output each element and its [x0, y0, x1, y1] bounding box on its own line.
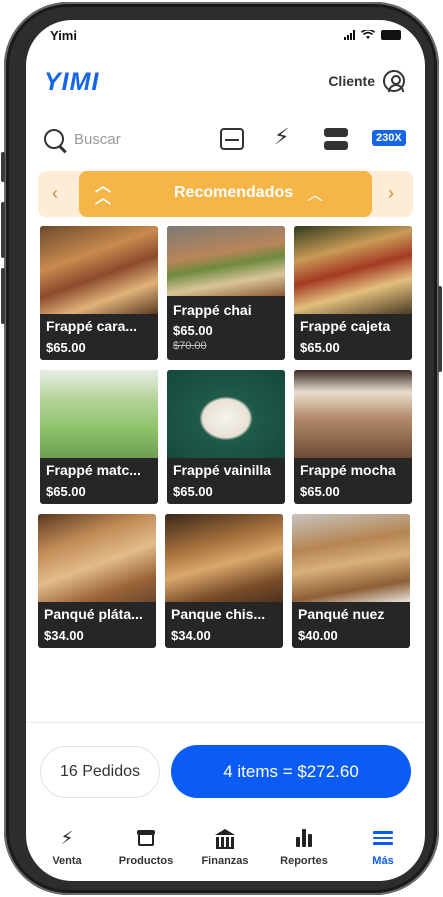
orders-button[interactable]: 16 Pedidos: [40, 746, 160, 798]
double-chevron-up-icon[interactable]: ︿ ︿: [95, 179, 111, 207]
carrier-label: Yimi: [50, 28, 77, 43]
tab-venta[interactable]: ⚡ Venta: [28, 825, 106, 868]
box-icon: [137, 830, 155, 846]
bottom-tab-bar: ⚡ Venta Productos Finanzas Reportes Más: [26, 825, 425, 881]
product-price: $40.00: [298, 628, 338, 643]
product-card[interactable]: Frappé chai $65.00 $70.00: [167, 226, 285, 360]
product-card[interactable]: Frappé matc... $65.00: [40, 370, 158, 504]
divider: [26, 722, 425, 723]
product-price: $65.00: [173, 323, 213, 338]
chevron-right-icon[interactable]: ›: [388, 183, 394, 204]
category-label: Recomendados: [174, 184, 294, 201]
product-card[interactable]: Frappé mocha $65.00: [294, 370, 412, 504]
battery-icon: [381, 30, 401, 40]
chevron-left-icon[interactable]: ‹: [52, 183, 58, 204]
phone-frame: Yimi YIMI Cliente ⚡ 230X ‹ ︿︿ Rec: [1, 2, 442, 895]
product-name: Panque chis...: [171, 606, 266, 622]
status-bar: Yimi: [26, 20, 425, 54]
client-label: Cliente: [328, 73, 375, 89]
tab-mas[interactable]: Más: [344, 825, 422, 867]
product-name: Frappé cara...: [46, 318, 138, 334]
wifi-icon: [361, 30, 375, 39]
product-price: $65.00: [300, 484, 340, 499]
checkout-button[interactable]: 4 items = $272.60: [171, 745, 411, 798]
phone-side-button: [1, 268, 5, 324]
tab-label: Reportes: [280, 855, 328, 867]
product-price: $65.00: [46, 340, 86, 355]
signal-icon: [344, 30, 355, 40]
phone-side-button: [438, 286, 442, 372]
product-name: Panqué nuez: [298, 606, 385, 622]
product-image: [40, 226, 158, 314]
product-price: $65.00: [173, 484, 213, 499]
product-image: [38, 514, 156, 602]
barcode-scan-icon[interactable]: [220, 128, 244, 150]
bank-icon: [215, 829, 235, 849]
phone-side-button: [1, 202, 5, 258]
product-image: [165, 514, 283, 602]
search-bar: [44, 126, 214, 152]
tab-label: Más: [372, 855, 394, 867]
category-selector[interactable]: ︿ ︿ Recomendados ︿: [79, 171, 372, 217]
product-card[interactable]: Frappé cara... $65.00: [40, 226, 158, 360]
bolt-icon[interactable]: ⚡: [274, 124, 289, 150]
tab-finanzas[interactable]: Finanzas: [186, 825, 264, 867]
app-screen: Yimi YIMI Cliente ⚡ 230X ‹ ︿︿ Rec: [26, 20, 425, 881]
product-card[interactable]: Panqué pláta... $34.00: [38, 514, 156, 648]
product-name: Frappé vainilla: [173, 462, 272, 478]
product-image: [40, 370, 158, 458]
zoom-badge[interactable]: 230X: [372, 130, 406, 146]
product-card[interactable]: Frappé cajeta $65.00: [294, 226, 412, 360]
client-button[interactable]: Cliente: [328, 70, 405, 92]
app-logo: YIMI: [44, 68, 100, 96]
product-image: [294, 226, 412, 314]
chart-icon: [296, 829, 312, 847]
product-image: [167, 226, 285, 296]
product-price: $34.00: [171, 628, 211, 643]
category-bar: ‹ ︿ ︿ Recomendados ︿ ›: [38, 171, 413, 217]
product-old-price: $70.00: [173, 340, 207, 352]
product-name: Frappé chai: [173, 302, 252, 318]
layout-toggle-icon[interactable]: [324, 128, 348, 150]
user-icon: [383, 70, 405, 92]
tab-label: Venta: [52, 855, 82, 867]
product-name: Frappé cajeta: [300, 318, 391, 334]
product-image: [292, 514, 410, 602]
tab-reportes[interactable]: Reportes: [265, 825, 343, 867]
tab-label: Productos: [118, 855, 174, 867]
product-image: [167, 370, 285, 458]
tab-label: Finanzas: [201, 855, 249, 867]
product-name: Frappé matc...: [46, 462, 141, 478]
product-image: [294, 370, 412, 458]
bolt-icon: ⚡: [60, 827, 74, 848]
product-name: Panqué pláta...: [44, 606, 143, 622]
product-card[interactable]: Panqué nuez $40.00: [292, 514, 410, 648]
product-card[interactable]: Frappé vainilla $65.00: [167, 370, 285, 504]
product-price: $65.00: [46, 484, 86, 499]
search-icon[interactable]: [44, 129, 64, 149]
product-price: $34.00: [44, 628, 84, 643]
product-price: $65.00: [300, 340, 340, 355]
menu-icon: [373, 828, 393, 848]
product-name: Frappé mocha: [300, 462, 396, 478]
tab-productos[interactable]: Productos: [107, 825, 185, 867]
search-input[interactable]: [74, 130, 194, 148]
status-icons: [344, 30, 401, 40]
product-card[interactable]: Panque chis... $34.00: [165, 514, 283, 648]
chevron-up-icon: ︿: [307, 187, 324, 204]
phone-side-button: [1, 152, 5, 182]
